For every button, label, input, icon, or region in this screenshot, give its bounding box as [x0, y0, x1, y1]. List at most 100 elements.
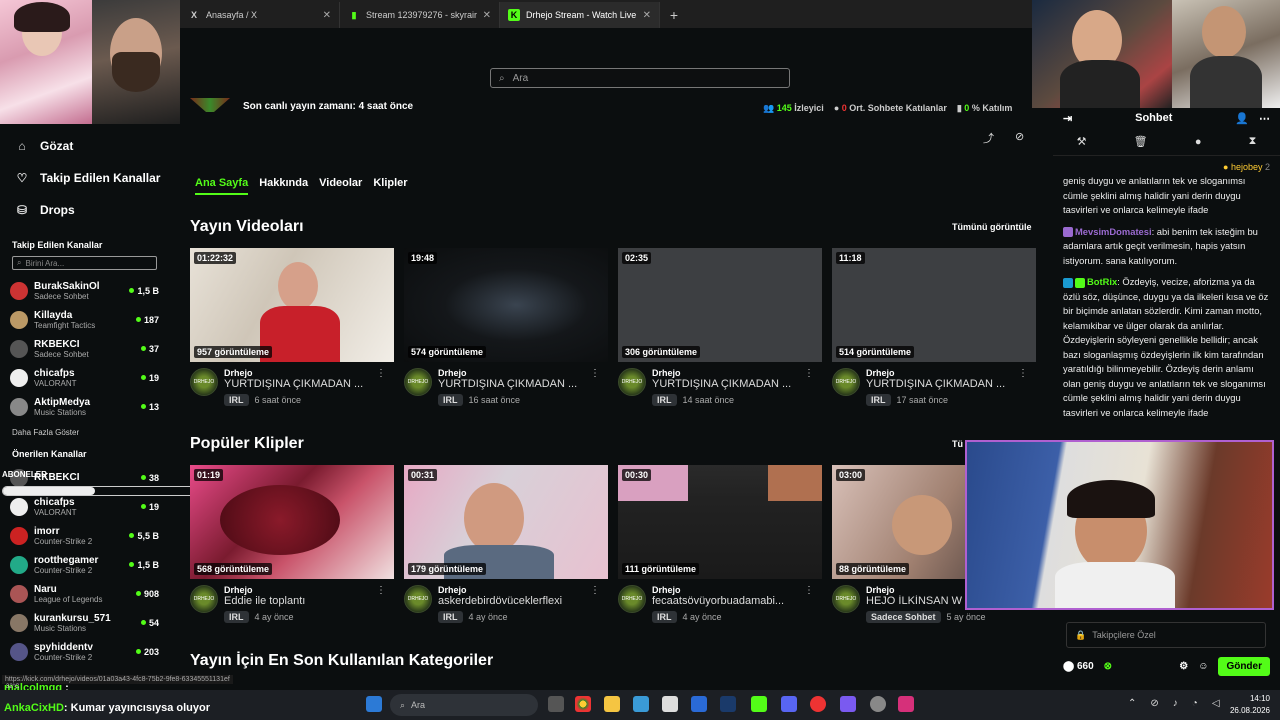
points-count[interactable]: ⬤ 660: [1063, 661, 1094, 672]
video-thumbnail[interactable]: 02:35 306 görüntüleme: [618, 248, 822, 362]
clip-card[interactable]: 00:31 179 görüntüleme DRHEJO Drhejo aske…: [404, 465, 608, 623]
category-tag[interactable]: IRL: [224, 611, 249, 623]
clip-card[interactable]: 00:30 111 görüntüleme DRHEJO Drhejo feca…: [618, 465, 822, 623]
task-view-icon[interactable]: [548, 696, 564, 712]
channel-avatar[interactable]: DRHEJO: [832, 368, 860, 396]
close-tab-icon[interactable]: ✕: [483, 10, 491, 21]
channel-item[interactable]: imorr Counter-Strike 2 5,5 B: [0, 521, 165, 550]
notifications-off-icon[interactable]: ⊘: [1015, 130, 1024, 143]
channel-name[interactable]: Drhejo: [224, 585, 374, 595]
tab-videos[interactable]: Videolar: [319, 177, 362, 195]
trash-icon[interactable]: 🗑: [1134, 135, 1148, 148]
browser-tab-drhejo[interactable]: K Drhejo Stream - Watch Live on ✕: [500, 2, 660, 28]
clip-thumbnail[interactable]: 00:31 179 görüntüleme: [404, 465, 608, 579]
chat-username[interactable]: MevsimDomatesi: [1075, 226, 1152, 237]
channel-item[interactable]: rootthegamer Counter-Strike 2 1,5 B: [0, 550, 165, 579]
channel-search-input[interactable]: ⌕ Birini Ara...: [12, 256, 157, 270]
sidebar-item-browse[interactable]: ⌂ Gözat: [0, 130, 165, 162]
volume-icon[interactable]: ◁: [1212, 698, 1220, 709]
clip-card[interactable]: 01:19 568 görüntüleme DRHEJO Drhejo Eddi…: [190, 465, 394, 623]
share-icon[interactable]: ⤴: [983, 130, 994, 146]
steam-icon[interactable]: [720, 696, 736, 712]
category-tag[interactable]: IRL: [438, 611, 463, 623]
app-icon[interactable]: [633, 696, 649, 712]
close-tab-icon[interactable]: ✕: [323, 10, 331, 21]
windows-start-icon[interactable]: [366, 696, 382, 712]
video-title[interactable]: YURTDIŞINA ÇIKMADAN ...: [224, 378, 374, 390]
show-more-link[interactable]: Daha Fazla Göster: [0, 421, 165, 443]
network-icon[interactable]: ⊘: [1150, 698, 1158, 709]
video-title[interactable]: YURTDIŞINA ÇIKMADAN ...: [866, 378, 1016, 390]
category-tag[interactable]: IRL: [438, 394, 463, 406]
clip-thumbnail[interactable]: 00:30 111 görüntüleme: [618, 465, 822, 579]
chat-username[interactable]: BotRix: [1087, 276, 1117, 287]
collapse-chat-icon[interactable]: ⇥: [1063, 112, 1072, 125]
video-thumbnail[interactable]: 19:48 574 görüntüleme: [404, 248, 608, 362]
instagram-icon[interactable]: [898, 696, 914, 712]
category-tag[interactable]: IRL: [866, 394, 891, 406]
channel-name[interactable]: Drhejo: [652, 368, 802, 378]
video-card[interactable]: 11:18 514 görüntüleme DRHEJO Drhejo YURT…: [832, 248, 1036, 406]
sidebar-item-drops[interactable]: ⛁ Drops: [0, 194, 165, 226]
channel-item[interactable]: Naru League of Legends 908: [0, 579, 165, 608]
channel-avatar[interactable]: DRHEJO: [190, 368, 218, 396]
channel-avatar[interactable]: DRHEJO: [404, 368, 432, 396]
channel-name[interactable]: Drhejo: [652, 585, 802, 595]
category-tag[interactable]: IRL: [652, 394, 677, 406]
more-options-icon[interactable]: ⋮: [376, 368, 386, 379]
category-tag[interactable]: Sadece Sohbet: [866, 611, 941, 623]
obs-icon[interactable]: [870, 696, 886, 712]
video-title[interactable]: YURTDIŞINA ÇIKMADAN ...: [438, 378, 588, 390]
more-options-icon[interactable]: ⋮: [1018, 368, 1028, 379]
kick-emote-icon[interactable]: ⊗: [1104, 661, 1112, 672]
video-card[interactable]: 02:35 306 görüntüleme DRHEJO Drhejo YURT…: [618, 248, 822, 406]
chrome-icon[interactable]: [575, 696, 591, 712]
channel-item[interactable]: chicafps VALORANT 19: [0, 363, 165, 392]
more-options-icon[interactable]: ⋮: [590, 585, 600, 596]
clip-title[interactable]: Eddie ile toplantı: [224, 595, 374, 607]
teams-icon[interactable]: [840, 696, 856, 712]
channel-name[interactable]: Drhejo: [224, 368, 374, 378]
chevron-up-icon[interactable]: ⌃: [1128, 698, 1136, 709]
video-card[interactable]: 01:22:32 957 görüntüleme DRHEJO Drhejo Y…: [190, 248, 394, 406]
file-explorer-icon[interactable]: [604, 696, 620, 712]
channel-item[interactable]: AktipMedya Music Stations 13: [0, 392, 165, 421]
chat-bubble-icon[interactable]: ●: [1195, 136, 1202, 148]
mic-icon[interactable]: ♪: [1173, 698, 1178, 709]
hammer-icon[interactable]: ⚒: [1077, 135, 1087, 148]
channel-avatar[interactable]: DRHEJO: [832, 585, 860, 613]
channel-avatar[interactable]: DRHEJO: [190, 585, 218, 613]
channel-item[interactable]: kurankursu_571 Music Stations 54: [0, 608, 165, 637]
youtube-icon[interactable]: [810, 696, 826, 712]
wifi-icon[interactable]: ◔: [1192, 698, 1198, 709]
more-options-icon[interactable]: ⋯: [1259, 112, 1270, 125]
see-all-clips-link[interactable]: Tü: [952, 439, 963, 449]
tab-clips[interactable]: Klipler: [373, 177, 407, 195]
kick-icon[interactable]: [751, 696, 767, 712]
channel-avatar[interactable]: DRHEJO: [404, 585, 432, 613]
see-all-videos-link[interactable]: Tümünü görüntüle: [952, 222, 1031, 232]
sidebar-item-following[interactable]: ♡ Takip Edilen Kanallar: [0, 162, 165, 194]
new-tab-button[interactable]: +: [660, 2, 688, 28]
channel-item[interactable]: spyhiddentv Counter-Strike 2 203: [0, 637, 165, 666]
more-options-icon[interactable]: ⋮: [376, 585, 386, 596]
clip-title[interactable]: fecaatsövüyorbuadamabi...: [652, 595, 802, 607]
tab-home[interactable]: Ana Sayfa: [195, 177, 249, 195]
browser-tab-x[interactable]: X Anasayfa / X ✕: [180, 2, 340, 28]
taskbar-search[interactable]: ⌕ Ara: [390, 694, 538, 716]
channel-name[interactable]: Drhejo: [438, 368, 588, 378]
channel-item[interactable]: Killayda Teamfight Tactics 187: [0, 305, 165, 334]
channel-item[interactable]: BurakSakinOl Sadece Sohbet 1,5 B: [0, 276, 165, 305]
hourglass-icon[interactable]: ⧗: [1249, 135, 1257, 148]
store-icon[interactable]: [662, 696, 678, 712]
close-tab-icon[interactable]: ✕: [643, 10, 651, 21]
channel-name[interactable]: Drhejo: [866, 368, 1016, 378]
video-card[interactable]: 19:48 574 görüntüleme DRHEJO Drhejo YURT…: [404, 248, 608, 406]
channel-name[interactable]: Drhejo: [438, 585, 588, 595]
clip-thumbnail[interactable]: 01:19 568 görüntüleme: [190, 465, 394, 579]
video-title[interactable]: YURTDIŞINA ÇIKMADAN ...: [652, 378, 802, 390]
category-tag[interactable]: IRL: [652, 611, 677, 623]
video-thumbnail[interactable]: 01:22:32 957 görüntüleme: [190, 248, 394, 362]
search-input[interactable]: ⌕ Ara: [490, 68, 790, 88]
tab-about[interactable]: Hakkında: [259, 177, 308, 195]
